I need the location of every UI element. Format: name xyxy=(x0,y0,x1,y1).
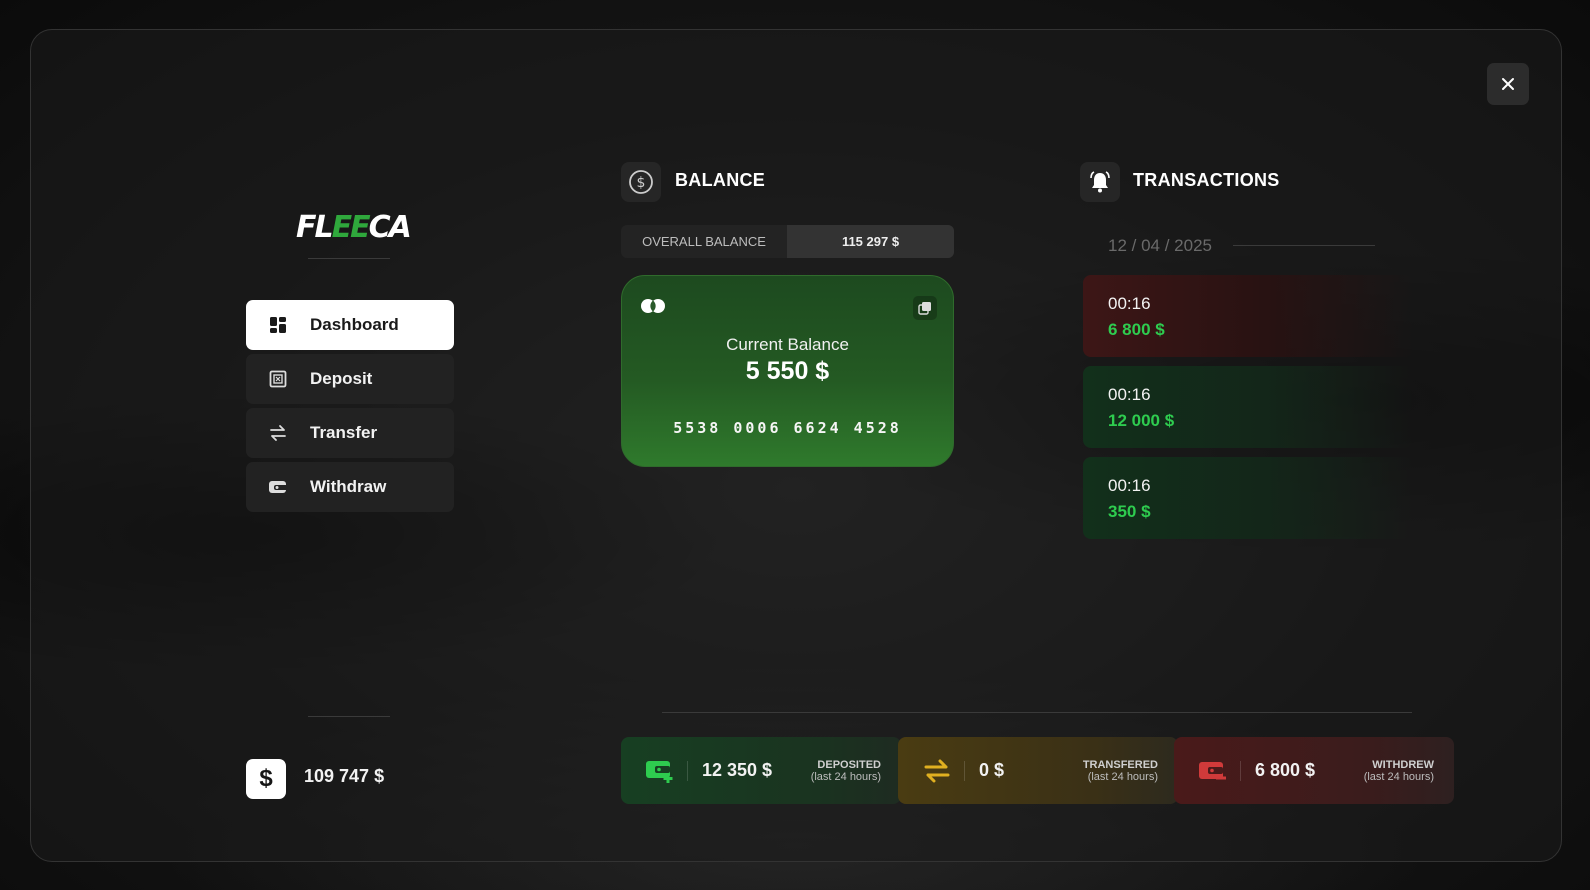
bell-icon xyxy=(1080,162,1120,202)
card-brand-icon xyxy=(641,299,665,313)
dashboard-icon xyxy=(268,315,288,335)
transaction-item[interactable]: 00:16 6 800 $ xyxy=(1083,275,1413,357)
separator xyxy=(964,760,965,781)
sidebar-item-label: Withdraw xyxy=(310,477,387,496)
copy-button[interactable] xyxy=(913,296,937,320)
transaction-item[interactable]: 00:16 350 $ xyxy=(1083,457,1413,539)
current-balance-label: Current Balance xyxy=(726,335,849,354)
sidebar-item-label: Deposit xyxy=(310,369,373,388)
withdraw-icon xyxy=(268,477,288,497)
transaction-amount: 350 $ xyxy=(1108,502,1151,521)
deposited-stat: 12 350 $ DEPOSITED (last 24 hours) xyxy=(621,737,901,804)
divider xyxy=(308,716,390,717)
sidebar-item-dashboard[interactable]: Dashboard xyxy=(246,300,454,350)
fleeca-logo: FLEECA xyxy=(296,210,412,245)
svg-text:$: $ xyxy=(637,175,646,191)
overall-balance-value: 115 297 $ xyxy=(787,225,954,258)
cash-value: 109 747 $ xyxy=(304,766,385,786)
withdraw-wallet-icon xyxy=(1196,754,1230,788)
deposited-label: DEPOSITED (last 24 hours) xyxy=(810,758,881,783)
withdrew-value: 6 800 $ xyxy=(1255,760,1316,780)
divider xyxy=(1233,245,1375,246)
divider xyxy=(662,712,1412,713)
current-balance-value: 5 550 $ xyxy=(745,357,830,385)
transfered-label: TRANSFERED (last 24 hours) xyxy=(1082,758,1158,783)
transfer-icon xyxy=(268,423,288,443)
dollar-icon: $ xyxy=(246,759,286,799)
transaction-amount: 6 800 $ xyxy=(1108,320,1165,339)
overall-balance-label: OVERALL BALANCE xyxy=(642,234,766,249)
transfered-value: 0 $ xyxy=(979,760,1005,780)
divider xyxy=(308,258,390,259)
copy-icon xyxy=(918,302,931,315)
bank-card: Current Balance 5 550 $ 5538 0006 6624 4… xyxy=(621,275,954,467)
withdrew-label: WITHDREW (last 24 hours) xyxy=(1363,758,1434,783)
sidebar-item-transfer[interactable]: Transfer xyxy=(246,408,454,458)
transaction-item[interactable]: 00:16 12 000 $ xyxy=(1083,366,1413,448)
balance-title: BALANCE xyxy=(675,170,766,190)
close-button[interactable] xyxy=(1487,63,1529,105)
sidebar-item-deposit[interactable]: Deposit xyxy=(246,354,454,404)
deposit-icon xyxy=(268,369,288,389)
transactions-title: TRANSACTIONS xyxy=(1133,170,1280,190)
separator xyxy=(1240,760,1241,781)
deposited-value: 12 350 $ xyxy=(702,760,773,780)
overall-balance: OVERALL BALANCE 115 297 $ xyxy=(621,225,954,258)
withdrew-stat: 6 800 $ WITHDREW (last 24 hours) xyxy=(1174,737,1454,804)
deposit-wallet-icon xyxy=(643,754,677,788)
sidebar-item-withdraw[interactable]: Withdraw xyxy=(246,462,454,512)
transfered-stat: 0 $ TRANSFERED (last 24 hours) xyxy=(898,737,1178,804)
transaction-time: 00:16 xyxy=(1108,476,1151,495)
transfer-arrows-icon xyxy=(920,754,954,788)
transaction-amount: 12 000 $ xyxy=(1108,411,1175,430)
separator xyxy=(687,760,688,781)
dollar-circle-icon: $ xyxy=(621,162,661,202)
sidebar-item-label: Transfer xyxy=(310,423,378,442)
close-icon xyxy=(1502,78,1514,90)
transaction-time: 00:16 xyxy=(1108,294,1151,313)
transaction-time: 00:16 xyxy=(1108,385,1151,404)
sidebar-item-label: Dashboard xyxy=(310,315,399,334)
transactions-date: 12 / 04 / 2025 xyxy=(1108,236,1212,255)
card-number: 5538 0006 6624 4528 xyxy=(673,419,902,437)
